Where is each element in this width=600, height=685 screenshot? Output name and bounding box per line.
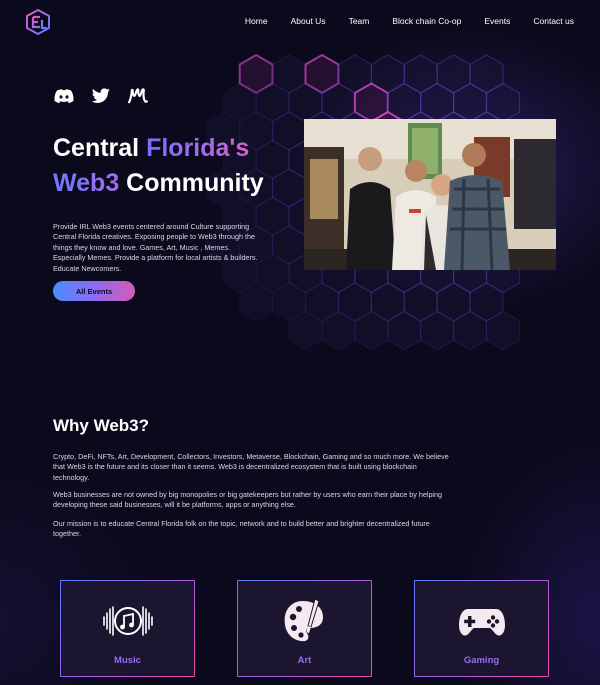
- art-card-label: Art: [238, 655, 371, 666]
- nav-home[interactable]: Home: [245, 16, 268, 26]
- main-nav: Home About Us Team Block chain Co-op Eve…: [222, 16, 574, 26]
- music-icon: [102, 606, 153, 636]
- logo-icon[interactable]: [24, 8, 52, 36]
- hero-title-community: Community: [119, 169, 264, 197]
- hero-description: Provide IRL Web3 events centered around …: [53, 222, 258, 273]
- why-paragraph-1: Crypto, DeFi, NFTs, Art, Development, Co…: [53, 452, 449, 482]
- gamepad-icon: [458, 609, 505, 636]
- nav-blockchain-coop[interactable]: Block chain Co-op: [392, 16, 461, 26]
- hero-title-web3: Web3: [53, 169, 120, 197]
- art-card[interactable]: Art: [237, 580, 372, 677]
- hero-title: Central Florida's Web3 Community: [53, 131, 264, 201]
- discord-icon[interactable]: [53, 88, 75, 104]
- community-photo: [304, 119, 556, 270]
- nav-team[interactable]: Team: [349, 16, 370, 26]
- nav-events[interactable]: Events: [484, 16, 510, 26]
- medium-icon[interactable]: [127, 88, 149, 104]
- gaming-card-label: Gaming: [415, 655, 548, 666]
- twitter-icon[interactable]: [90, 88, 112, 104]
- art-palette-icon: [284, 598, 323, 642]
- why-web3-title: Why Web3?: [53, 416, 150, 435]
- gaming-card[interactable]: Gaming: [414, 580, 549, 677]
- hero-title-florida: Florida's: [146, 134, 250, 162]
- why-paragraph-3: Our mission is to educate Central Florid…: [53, 519, 430, 539]
- nav-about-us[interactable]: About Us: [291, 16, 326, 26]
- nav-contact-us[interactable]: Contact us: [533, 16, 574, 26]
- music-card-label: Music: [61, 655, 194, 666]
- social-links: [53, 88, 164, 104]
- hero-title-central: Central: [53, 134, 147, 162]
- all-events-button[interactable]: All Events: [53, 281, 135, 301]
- music-card[interactable]: Music: [60, 580, 195, 677]
- why-paragraph-2: Web3 businesses are not owned by big mon…: [53, 490, 443, 510]
